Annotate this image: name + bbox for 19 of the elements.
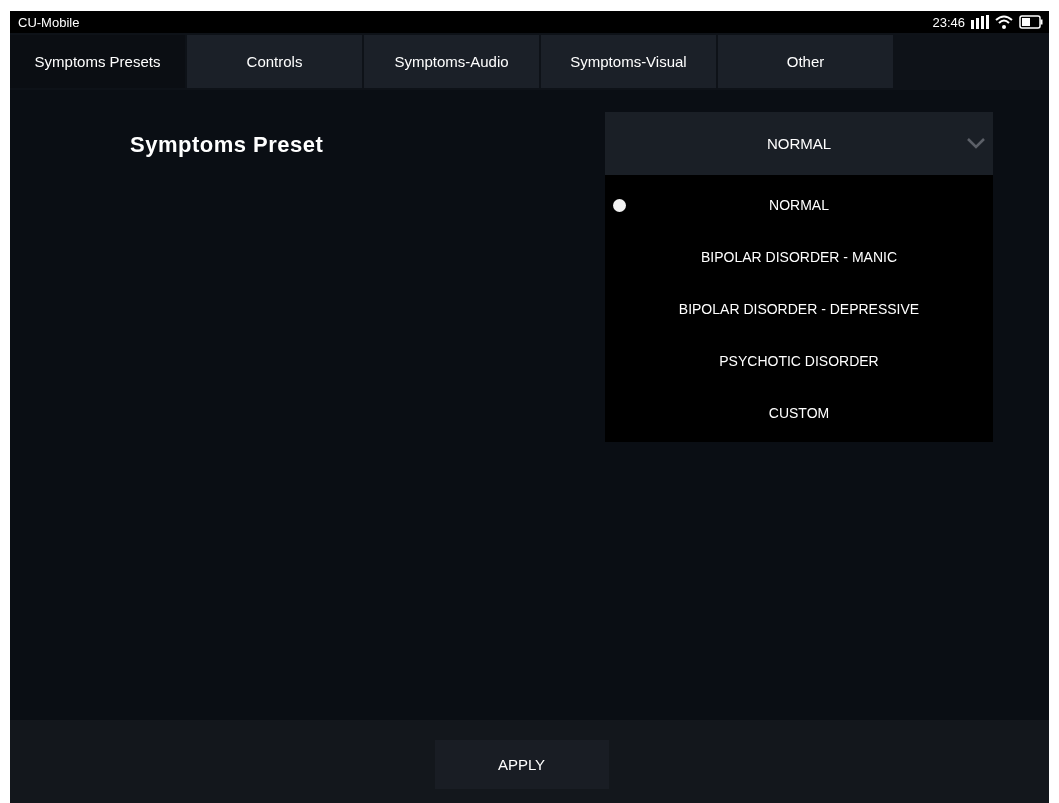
tab[interactable]: Symptoms-Audio xyxy=(364,35,539,88)
preset-dropdown[interactable]: NORMAL xyxy=(605,112,993,175)
tab[interactable]: Controls xyxy=(187,35,362,88)
dropdown-option[interactable]: NORMAL xyxy=(769,197,829,213)
chevron-icon xyxy=(967,138,985,149)
tab[interactable]: Symptoms Presets xyxy=(10,35,185,88)
signal-icon xyxy=(971,15,989,29)
dropdown-option[interactable]: PSYCHOTIC DISORDER xyxy=(719,353,879,369)
tab[interactable]: Other xyxy=(718,35,893,88)
dropdown-option[interactable]: BIPOLAR DISORDER - MANIC xyxy=(701,249,897,265)
tab[interactable]: Symptoms-Visual xyxy=(541,35,716,88)
clock-time: 23:46 xyxy=(932,14,965,30)
app-name: CU-Mobile xyxy=(18,14,80,30)
apply-button[interactable]: APPLY xyxy=(434,740,609,789)
dropdown-option[interactable]: BIPOLAR DISORDER - DEPRESSIVE xyxy=(678,301,920,317)
section-heading: Symptoms Preset xyxy=(130,132,324,158)
battery-icon xyxy=(1019,15,1043,29)
wifi-icon xyxy=(995,15,1013,29)
dropdown-option[interactable]: CUSTOM xyxy=(768,405,830,421)
